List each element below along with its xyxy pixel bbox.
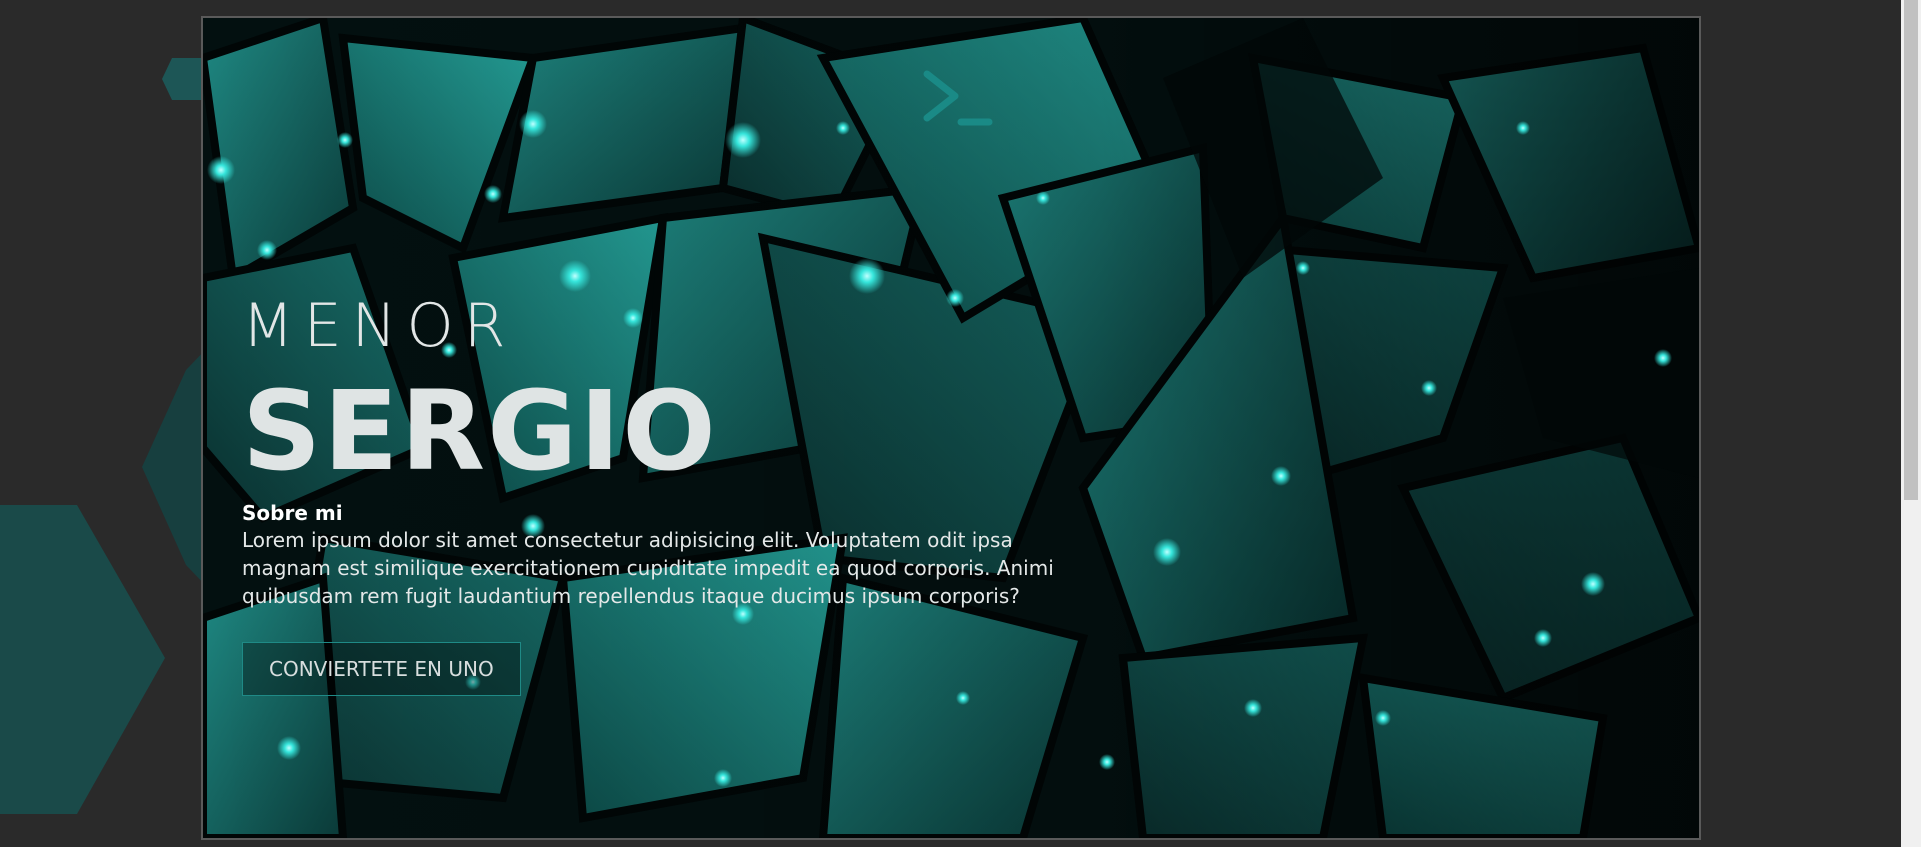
hero-content: MENOR SERGIO Sobre mi Lorem ipsum dolor …	[242, 286, 1102, 696]
scrollbar-thumb[interactable]	[1904, 0, 1918, 500]
hero-title: SERGIO	[242, 367, 718, 495]
about-heading: Sobre mi	[242, 501, 343, 525]
hexagon-decoration	[0, 58, 210, 814]
become-one-button[interactable]: CONVIERTETE EN UNO	[242, 642, 521, 696]
vertical-scrollbar[interactable]	[1901, 0, 1921, 847]
hexagon-medium	[142, 345, 210, 590]
hero-subtitle: MENOR	[242, 291, 516, 361]
hexagon-large	[0, 505, 165, 814]
about-text: Lorem ipsum dolor sit amet consectetur a…	[242, 528, 1054, 608]
hero-section: MENOR SERGIO Sobre mi Lorem ipsum dolor …	[201, 16, 1701, 840]
terminal-prompt-icon[interactable]	[915, 56, 995, 136]
